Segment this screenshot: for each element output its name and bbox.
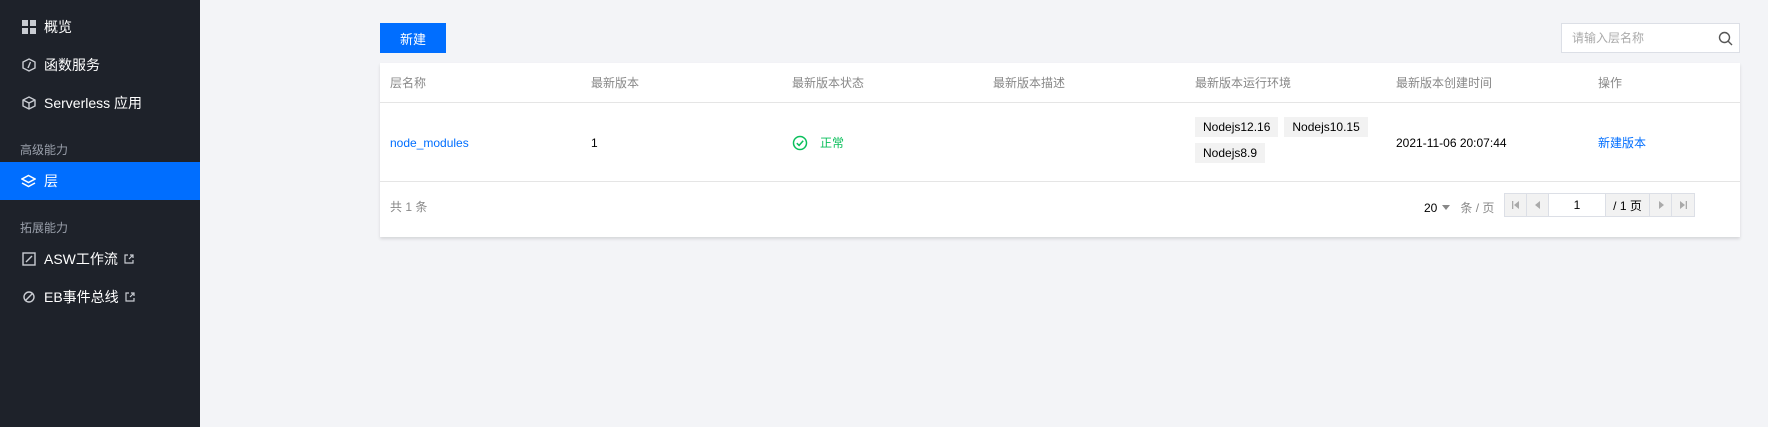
nav-group-advanced: 高级能力 xyxy=(20,143,69,157)
column-header-actions: 操作 xyxy=(1598,76,1623,90)
sidebar-item-eventbus[interactable]: EB事件总线 xyxy=(0,278,200,316)
sidebar-item-functions[interactable]: 函数服务 xyxy=(0,46,200,84)
column-header-name: 层名称 xyxy=(390,76,427,90)
layers-icon xyxy=(21,174,36,189)
grid-icon xyxy=(21,20,36,35)
sidebar-item-asw[interactable]: ASW工作流 xyxy=(0,240,200,278)
caret-down-icon xyxy=(1442,205,1451,210)
runtime-tags: Nodejs12.16 Nodejs10.15 Nodejs8.9 xyxy=(1195,117,1370,163)
sidebar-item-label: Serverless 应用 xyxy=(44,95,143,111)
layer-table: 层名称 最新版本 最新版本状态 最新版本描述 最新版本运行环境 最新版本创建时间… xyxy=(380,63,1740,237)
nav-group-extension: 拓展能力 xyxy=(20,221,69,235)
sidebar-item-label: 函数服务 xyxy=(44,57,100,73)
latest-version: 1 xyxy=(591,135,598,150)
last-page-button[interactable] xyxy=(1672,194,1694,216)
workflow-icon xyxy=(21,252,36,267)
column-header-version: 最新版本 xyxy=(591,76,640,90)
sidebar: 概览 函数服务 Serverless 应用 高级能力 层 拓展能力 ASW工作流 xyxy=(0,0,200,427)
status-text: 正常 xyxy=(820,136,845,150)
sidebar-item-overview[interactable]: 概览 xyxy=(0,8,200,46)
table-row: node_modules 1 正常 Nodejs12.16 Nodejs10.1… xyxy=(380,103,1740,182)
sidebar-item-layer[interactable]: 层 xyxy=(0,162,200,200)
total-pages: / 1 页 xyxy=(1606,194,1650,216)
sidebar-item-serverless-app[interactable]: Serverless 应用 xyxy=(0,84,200,122)
check-circle-icon xyxy=(792,135,814,151)
sidebar-item-label: 概览 xyxy=(44,19,72,35)
search-icon[interactable] xyxy=(1718,31,1733,49)
search-box xyxy=(1561,23,1740,53)
new-version-link[interactable]: 新建版本 xyxy=(1598,103,1646,182)
created-time: 2021-11-06 20:07:44 xyxy=(1396,135,1507,150)
new-layer-button[interactable]: 新建 xyxy=(380,23,446,53)
main-content: 新建 层名称 最新版本 最新版本状态 最新版本描述 最新版本运行环境 最新版本创… xyxy=(200,0,1768,427)
prev-page-button[interactable] xyxy=(1527,194,1549,216)
external-link-icon xyxy=(125,292,135,302)
column-header-created: 最新版本创建时间 xyxy=(1396,76,1493,90)
runtime-tag: Nodejs10.15 xyxy=(1284,117,1368,137)
table-footer: 共 1 条 20 条 / 页 1 / 1 页 xyxy=(380,182,1740,237)
column-header-status: 最新版本状态 xyxy=(792,76,865,90)
next-page-button[interactable] xyxy=(1650,194,1672,216)
sidebar-item-label: ASW工作流 xyxy=(44,251,118,267)
runtime-tag: Nodejs12.16 xyxy=(1195,117,1279,137)
page-size-select[interactable]: 20 条 / 页 xyxy=(1424,199,1494,216)
layer-name-link[interactable]: node_modules xyxy=(390,103,469,182)
table-header: 层名称 最新版本 最新版本状态 最新版本描述 最新版本运行环境 最新版本创建时间… xyxy=(380,63,1740,103)
status-cell: 正常 xyxy=(792,103,844,182)
sidebar-item-label: 层 xyxy=(44,173,58,189)
runtime-tag: Nodejs8.9 xyxy=(1195,143,1266,163)
column-header-runtime: 最新版本运行环境 xyxy=(1195,76,1292,90)
function-icon xyxy=(21,58,36,73)
total-count: 共 1 条 xyxy=(390,200,428,214)
search-input[interactable] xyxy=(1572,31,1710,45)
eventbus-icon xyxy=(21,290,36,305)
column-header-description: 最新版本描述 xyxy=(993,76,1066,90)
sidebar-item-label: EB事件总线 xyxy=(44,289,119,305)
cube-icon xyxy=(21,96,36,111)
external-link-icon xyxy=(124,254,134,264)
status-badge: 正常 xyxy=(792,134,844,151)
page-size-value: 20 xyxy=(1424,200,1438,215)
first-page-button[interactable] xyxy=(1505,194,1527,216)
page-number-input[interactable]: 1 xyxy=(1549,194,1606,216)
pagination: 1 / 1 页 xyxy=(1504,193,1695,217)
page-size-unit: 条 / 页 xyxy=(1460,201,1495,215)
